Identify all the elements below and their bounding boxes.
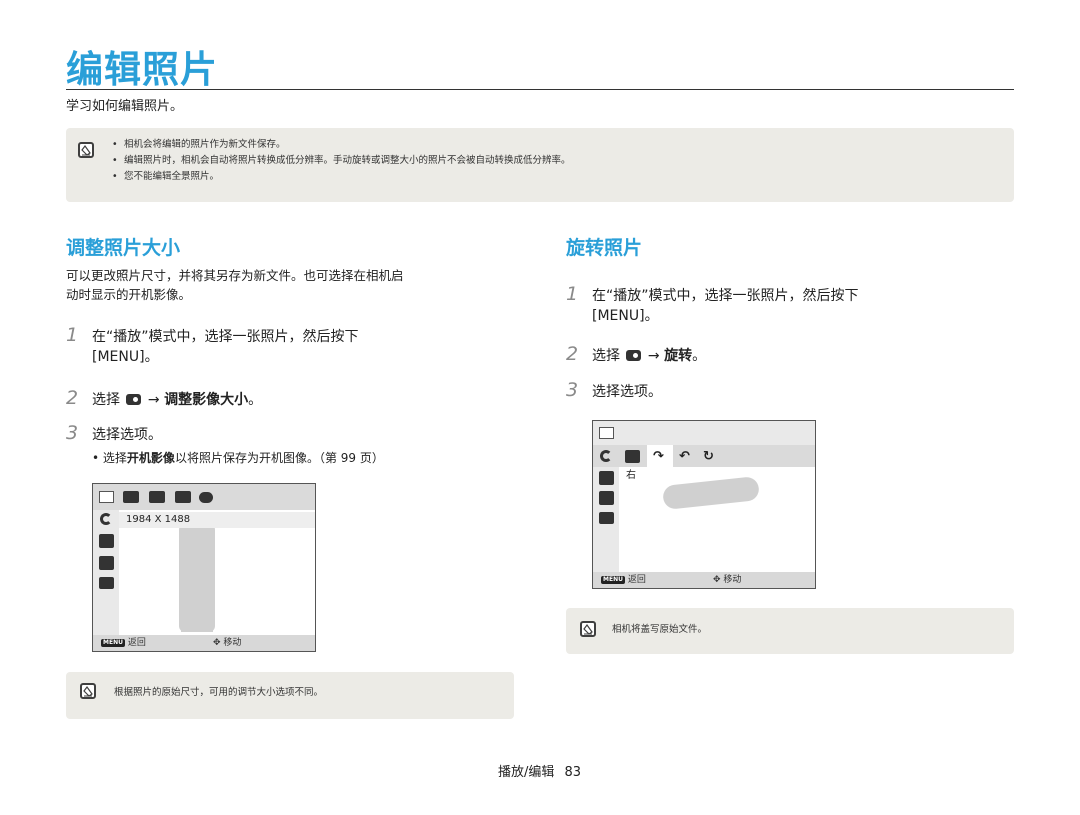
3m-icon: [149, 491, 165, 503]
step-number: 3: [66, 422, 79, 444]
step-text: 选择选项。: [92, 427, 162, 443]
move-control: ✥ 移动: [713, 573, 741, 587]
top-note-list: 相机会将编辑的照片作为新文件保存。 编辑照片时，相机会自动将照片转换成低分辨率。…: [112, 137, 571, 185]
rotate-left-icon: ↶: [679, 449, 690, 464]
page-number: 83: [564, 765, 582, 780]
resize-step-2: 2 选择 → 调整影像大小。: [66, 388, 262, 410]
1m-icon: [175, 491, 191, 503]
rotate-icon: [100, 513, 112, 525]
person-silhouette-legs: [181, 576, 213, 632]
bullet-bold: 开机影像: [126, 451, 175, 465]
resize-bullet: • 选择开机影像以将照片保存为开机图像。（第 99 页）: [92, 449, 384, 468]
5m-icon: [123, 491, 139, 503]
note-icon: [78, 142, 94, 158]
step-number: 1: [566, 283, 579, 305]
note-icon: [80, 683, 96, 699]
screen-footer: MENU 返回 ✥ 移动: [593, 572, 815, 588]
step-text: 选择: [592, 348, 620, 364]
menu-chip: MENU: [101, 639, 125, 647]
selected-label: 右: [626, 470, 636, 481]
step-text: 在“播放”模式中，选择一张照片，然后按下: [92, 329, 359, 345]
step-suffix: 。: [692, 348, 707, 364]
step-text: 选择选项。: [592, 384, 662, 400]
person-silhouette-rotated: [662, 476, 760, 510]
back-control: MENU 返回: [601, 573, 646, 587]
dpad-icon: ✥: [713, 575, 721, 585]
arrow-glyph: →: [647, 348, 660, 364]
smart-filter-off-icon: [599, 491, 614, 505]
rotate-note-box: 相机将盖写原始文件。: [566, 608, 1014, 654]
resize-note-box: 根据照片的原始尺寸，可用的调节大小选项不同。: [66, 672, 514, 719]
resize-step-1: 1 在“播放”模式中，选择一张照片，然后按下: [66, 325, 359, 347]
rotate-off-icon: [625, 450, 640, 463]
menu-target: 调整影像大小: [164, 392, 249, 408]
rotate-step-1-cont: [MENU]。: [592, 308, 659, 324]
resize-intro: 可以更改照片尺寸，并将其另存为新文件。也可选择在相机启 动时显示的开机影像。: [66, 266, 404, 304]
step-suffix: 。: [248, 392, 263, 408]
step-text: 在“播放”模式中，选择一张照片，然后按下: [592, 288, 859, 304]
note-item: 编辑照片时，相机会自动将照片转换成低分辨率。手动旋转或调整大小的照片不会被自动转…: [112, 153, 571, 169]
rotate-step-2: 2 选择 → 旋转。: [566, 344, 706, 366]
note-icon: [580, 621, 596, 637]
bullet-post: 以将照片保存为开机图像。（第 99 页）: [174, 451, 384, 465]
rotate-icon: [600, 450, 612, 462]
back-label: 返回: [127, 638, 146, 648]
bullet-glyph: •: [92, 451, 103, 465]
footer-section: 播放/编辑: [498, 765, 555, 780]
resize-note-text: 根据照片的原始尺寸，可用的调节大小选项不同。: [114, 687, 324, 698]
screen-footer: MENU 返回 ✥ 移动: [93, 635, 315, 651]
edit-menu-icon: [126, 394, 142, 405]
size-label: 1984 X 1488: [126, 514, 191, 525]
step-number: 2: [66, 387, 79, 409]
resize-intro-line: 动时显示的开机影像。: [66, 287, 192, 302]
rotate-180-icon: ↻: [703, 449, 714, 464]
menu-target: 旋转: [664, 348, 693, 364]
top-note-box: 相机会将编辑的照片作为新文件保存。 编辑照片时，相机会自动将照片转换成低分辨率。…: [66, 128, 1014, 202]
menu-chip: MENU: [601, 576, 625, 584]
resize-icon: [599, 427, 614, 439]
back-label: 返回: [627, 575, 646, 585]
face-retouch-icon: [599, 512, 614, 524]
resize-screen: 1984 X 1488 MENU 返回 ✥ 移动: [92, 483, 316, 652]
step-number: 2: [566, 343, 579, 365]
resize-step-3: 3 选择选项。: [66, 423, 162, 445]
photo-style-off-icon: [99, 534, 114, 548]
back-control: MENU 返回: [101, 636, 146, 650]
bullet-pre: 选择: [102, 451, 127, 465]
step-text: 选择: [92, 392, 120, 408]
dpad-icon: ✥: [213, 638, 221, 648]
note-item: 相机会将编辑的照片作为新文件保存。: [112, 137, 571, 153]
step-number: 1: [66, 324, 79, 346]
resize-heading: 调整照片大小: [66, 237, 181, 259]
move-control: ✥ 移动: [213, 636, 241, 650]
rotate-step-1: 1 在“播放”模式中，选择一张照片，然后按下: [566, 284, 859, 306]
rotate-screen: ↷ ↶ ↻ 右 MENU 返回 ✥ 移动: [592, 420, 816, 589]
page-subtitle: 学习如何编辑照片。: [66, 99, 184, 114]
move-label: 移动: [223, 638, 242, 648]
note-item: 您不能编辑全景照片。: [112, 169, 571, 185]
screen-top-row: [593, 421, 815, 445]
smart-filter-off-icon: [99, 556, 114, 570]
rotate-heading: 旋转照片: [566, 237, 643, 259]
rotate-right-icon: ↷: [653, 449, 664, 464]
edit-menu-icon: [626, 350, 642, 361]
rotate-step-3: 3 选择选项。: [566, 380, 662, 402]
resize-intro-line: 可以更改照片尺寸，并将其另存为新文件。也可选择在相机启: [66, 268, 404, 283]
title-divider: [66, 89, 1014, 90]
arrow-glyph: →: [147, 392, 160, 408]
page-footer: 播放/编辑 83: [498, 764, 581, 782]
start-image-icon: [199, 492, 213, 503]
move-label: 移动: [723, 575, 742, 585]
step-number: 3: [566, 379, 579, 401]
resize-icon: [99, 491, 114, 503]
resize-step-1-cont: [MENU]。: [92, 349, 159, 365]
face-retouch-icon: [99, 577, 114, 589]
rotate-note-text: 相机将盖写原始文件。: [612, 624, 708, 635]
photo-style-off-icon: [599, 471, 614, 485]
page-title: 编辑照片: [66, 48, 218, 91]
